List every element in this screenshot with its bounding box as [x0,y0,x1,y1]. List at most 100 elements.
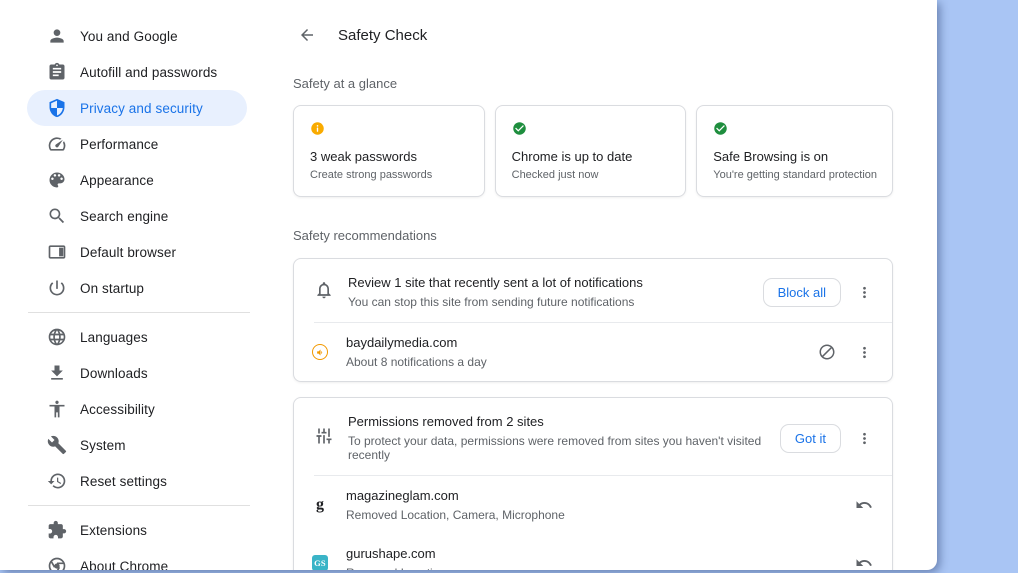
person-icon [47,26,67,46]
site-detail: About 8 notifications a day [346,355,487,369]
more-vert-icon [856,430,873,447]
globe-icon [47,327,67,347]
settings-sidebar: You and Google Autofill and passwords Pr… [0,0,280,570]
sidebar-item-label: Appearance [80,172,154,188]
page-title: Safety Check [338,26,428,44]
search-icon [47,206,67,226]
sidebar-item-label: System [80,437,126,453]
undo-icon [855,554,873,570]
back-button[interactable] [293,21,321,49]
glance-card-passwords[interactable]: 3 weak passwords Create strong passwords [293,105,485,197]
more-vert-icon [856,344,873,361]
recommendations-section-title: Safety recommendations [293,228,437,243]
tune-sliders-icon [314,426,348,451]
check-circle-icon [512,121,527,136]
speedometer-icon [47,134,67,154]
glance-section-title: Safety at a glance [293,76,398,91]
site-favicon-gs: GS [312,555,328,570]
sidebar-item-label: Languages [80,329,148,345]
sidebar-item-downloads[interactable]: Downloads [27,355,247,391]
sidebar-item-default-browser[interactable]: Default browser [27,234,247,270]
block-icon [818,343,836,361]
sidebar-item-performance[interactable]: Performance [27,126,247,162]
sidebar-item-label: Downloads [80,365,148,381]
chrome-logo-icon [47,556,67,570]
notifications-card-subtitle: You can stop this site from sending futu… [348,295,635,309]
sidebar-item-label: Extensions [80,522,148,538]
sidebar-item-search-engine[interactable]: Search engine [27,198,247,234]
sidebar-item-languages[interactable]: Languages [27,319,247,355]
check-circle-icon [713,121,728,136]
site-detail: Removed Location [346,566,850,570]
glance-card-safe-browsing[interactable]: Safe Browsing is on You're getting stand… [696,105,894,197]
bell-icon [314,280,348,305]
palette-icon [47,170,67,190]
sidebar-item-label: On startup [80,280,145,296]
shield-icon [47,98,67,118]
permissions-card-header: Permissions removed from 2 sites To prot… [294,398,892,475]
back-arrow-icon [298,26,316,44]
sidebar-item-reset-settings[interactable]: Reset settings [27,463,247,499]
site-text: baydailymedia.com About 8 notifications … [346,335,813,369]
clipboard-icon [47,62,67,82]
site-text: magazineglam.com Removed Location, Camer… [346,488,850,522]
more-options-button[interactable] [850,278,878,306]
block-all-button[interactable]: Block all [762,277,841,307]
sidebar-item-label: About Chrome [80,558,169,571]
more-options-button[interactable] [850,338,878,366]
undo-removal-button[interactable] [850,549,878,570]
site-row-gurushape: GS gurushape.com Removed Location [294,534,892,570]
site-favicon-letter: g [316,496,324,513]
sidebar-divider [28,312,250,313]
sidebar-item-label: You and Google [80,28,178,44]
sidebar-item-privacy-security[interactable]: Privacy and security [27,90,247,126]
site-text: gurushape.com Removed Location [346,546,850,570]
sidebar-divider [28,505,250,506]
sidebar-item-label: Privacy and security [80,100,203,116]
glance-card-subtitle: Create strong passwords [310,169,433,181]
permissions-card-title: Permissions removed from 2 sites [348,414,544,429]
site-domain: magazineglam.com [346,488,459,503]
sidebar-item-on-startup[interactable]: On startup [27,270,247,306]
glance-card-subtitle: You're getting standard protection [713,169,878,181]
site-favicon-speaker [312,344,328,360]
site-row-magazineglam: g magazineglam.com Removed Location, Cam… [294,476,892,534]
sidebar-item-extensions[interactable]: Extensions [27,512,247,548]
sidebar-item-about-chrome[interactable]: About Chrome [27,548,247,570]
download-icon [47,363,67,383]
glance-card-updates[interactable]: Chrome is up to date Checked just now [494,105,687,197]
notifications-card-title: Review 1 site that recently sent a lot o… [348,275,643,290]
sidebar-item-label: Performance [80,136,159,152]
sidebar-item-label: Search engine [80,208,169,224]
sidebar-item-label: Reset settings [80,473,167,489]
notifications-card-header: Review 1 site that recently sent a lot o… [294,259,892,322]
sidebar-item-label: Accessibility [80,401,155,417]
sidebar-item-you-and-google[interactable]: You and Google [27,18,247,54]
glance-cards-row: 3 weak passwords Create strong passwords… [293,105,894,197]
site-row-baydailymedia: baydailymedia.com About 8 notifications … [294,323,892,381]
undo-removal-button[interactable] [850,491,878,519]
permissions-removed-card: Permissions removed from 2 sites To prot… [293,397,893,570]
history-icon [47,471,67,491]
sidebar-item-label: Autofill and passwords [80,64,218,80]
glance-card-title: Chrome is up to date [511,149,633,164]
more-options-button[interactable] [850,424,878,452]
sidebar-item-system[interactable]: System [27,427,247,463]
puzzle-icon [47,520,67,540]
warning-info-icon [310,121,325,136]
site-domain: gurushape.com [346,546,436,561]
sidebar-item-accessibility[interactable]: Accessibility [27,391,247,427]
sidebar-item-autofill[interactable]: Autofill and passwords [27,54,247,90]
sidebar-item-label: Default browser [80,244,177,260]
permissions-card-subtitle: To protect your data, permissions were r… [348,434,762,462]
glance-card-title: Safe Browsing is on [713,149,829,164]
sidebar-item-appearance[interactable]: Appearance [27,162,247,198]
browser-window-icon [47,242,67,262]
site-detail: Removed Location, Camera, Microphone [346,508,565,522]
permissions-card-text: Permissions removed from 2 sites To prot… [348,414,768,462]
block-site-button[interactable] [813,338,841,366]
undo-icon [855,496,873,514]
wrench-icon [47,435,67,455]
power-icon [47,278,67,298]
got-it-button[interactable]: Got it [779,423,841,453]
